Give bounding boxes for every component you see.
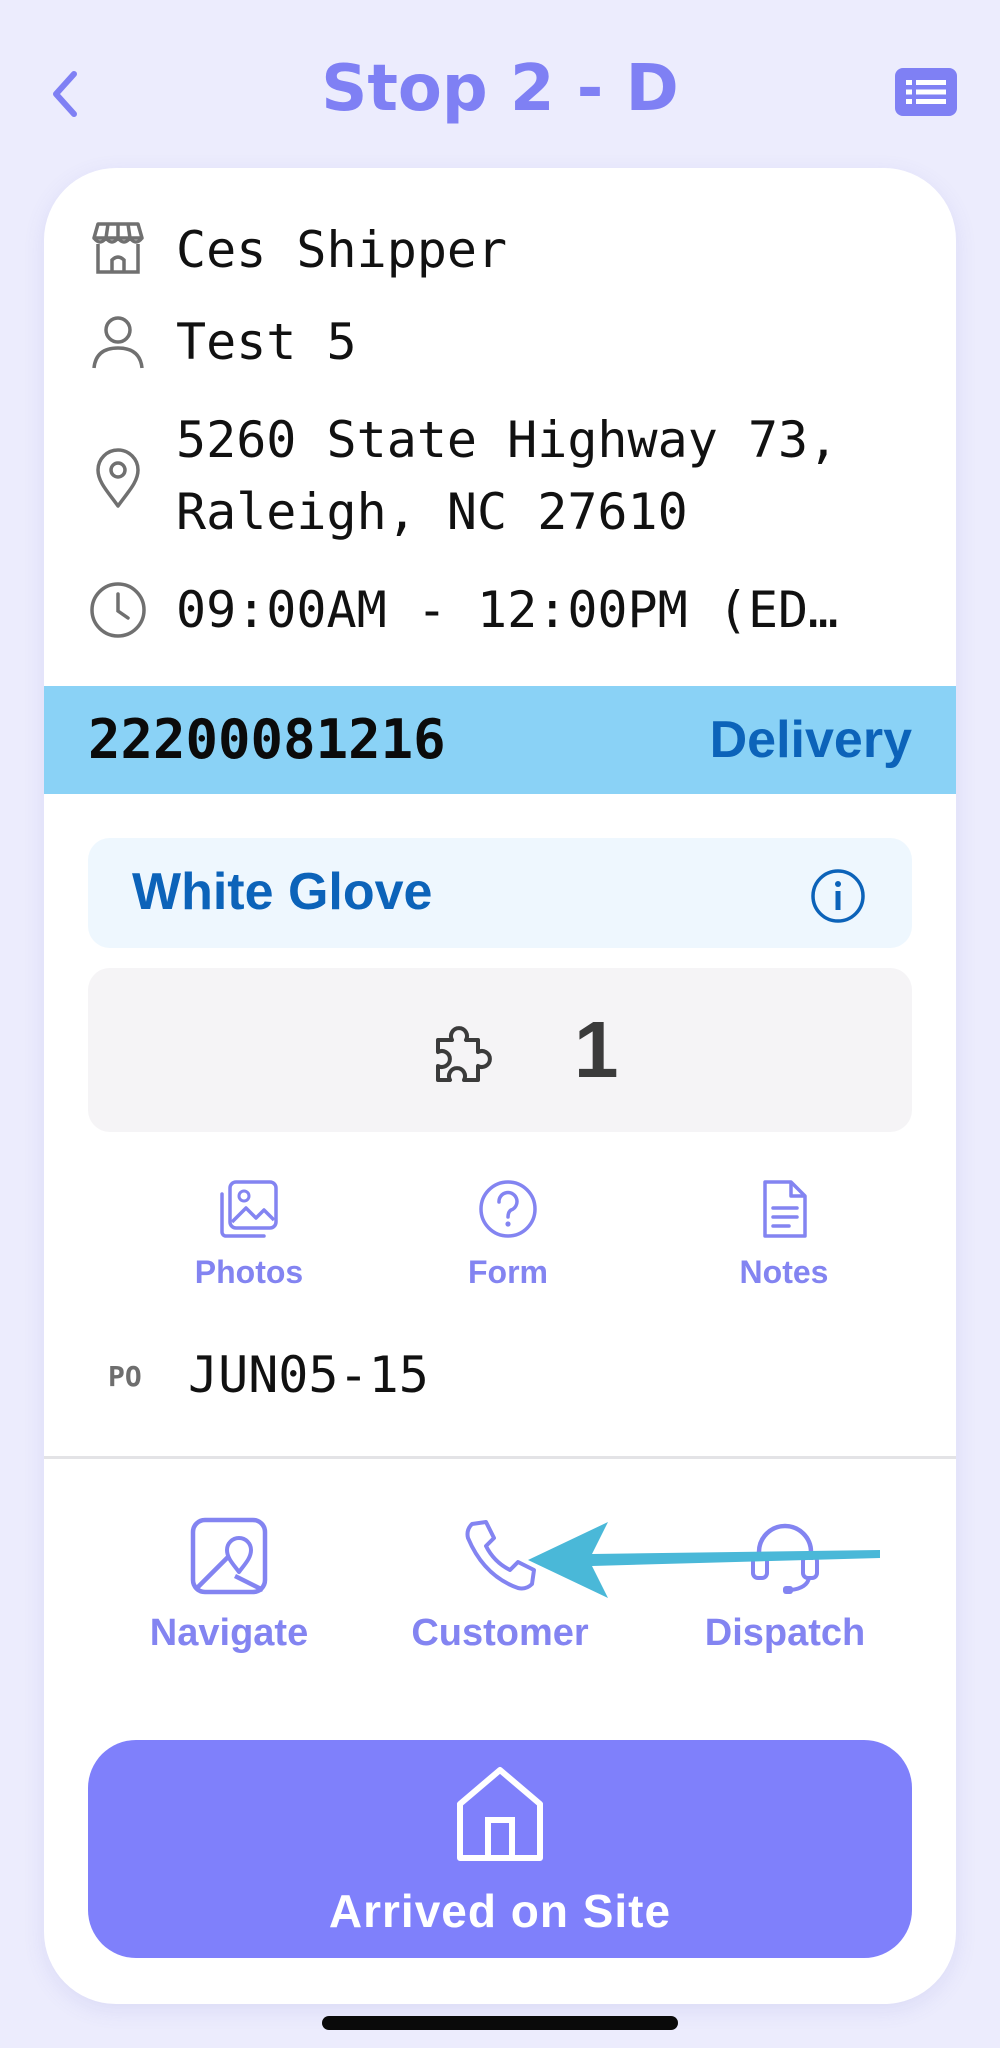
order-type: Delivery xyxy=(709,711,912,769)
time-window: 09:00AM - 12:00PM (ED… xyxy=(176,581,839,639)
service-level-label: White Glove xyxy=(132,863,433,921)
stop-card: Ces Shipper Test 5 5260 State Highway 73… xyxy=(44,168,956,2004)
photos-icon xyxy=(220,1180,278,1238)
arrived-on-site-button[interactable]: Arrived on Site xyxy=(88,1740,912,1958)
info-icon[interactable] xyxy=(810,868,866,924)
customer-label: Customer xyxy=(411,1612,589,1654)
map-pin-icon xyxy=(190,1517,268,1595)
navigate-label: Navigate xyxy=(149,1612,309,1654)
po-label: PO xyxy=(108,1360,142,1393)
form-label: Form xyxy=(468,1254,548,1290)
po-value: JUN05-15 xyxy=(188,1346,429,1404)
page-title: Stop 2 - D xyxy=(321,52,679,126)
navigate-button[interactable]: Navigate xyxy=(114,1516,344,1655)
list-icon xyxy=(895,68,957,116)
divider xyxy=(44,1456,956,1459)
service-level-box[interactable]: White Glove xyxy=(88,838,912,948)
document-icon xyxy=(763,1180,807,1238)
location-pin-icon xyxy=(96,448,140,508)
store-icon xyxy=(92,222,144,274)
photos-label: Photos xyxy=(194,1254,304,1290)
order-bar: 22200081216 Delivery xyxy=(44,686,956,794)
arrived-on-site-label: Arrived on Site xyxy=(328,1885,672,1937)
shipper-name: Ces Shipper xyxy=(176,221,508,279)
address-line-1: 5260 State Highway 73, xyxy=(176,411,839,469)
clock-icon xyxy=(90,582,146,638)
pieces-count: 1 xyxy=(574,1005,619,1094)
top-bar: Stop 2 - D xyxy=(0,0,1000,170)
home-indicator xyxy=(322,2016,678,2030)
annotation-arrow-icon xyxy=(528,1522,880,1598)
question-circle-icon xyxy=(479,1180,537,1238)
dispatch-label: Dispatch xyxy=(704,1612,866,1654)
home-icon xyxy=(457,1767,543,1861)
pieces-box: 1 xyxy=(88,968,912,1132)
contact-name: Test 5 xyxy=(176,313,357,371)
stop-list-button[interactable] xyxy=(895,68,957,116)
notes-button[interactable]: Notes xyxy=(704,1178,864,1291)
photos-button[interactable]: Photos xyxy=(154,1178,344,1291)
person-icon xyxy=(92,316,144,369)
address-line-2: Raleigh, NC 27610 xyxy=(176,483,688,541)
order-number: 22200081216 xyxy=(88,708,446,771)
puzzle-icon xyxy=(436,1026,492,1082)
notes-label: Notes xyxy=(739,1254,829,1290)
form-button[interactable]: Form xyxy=(428,1178,588,1291)
